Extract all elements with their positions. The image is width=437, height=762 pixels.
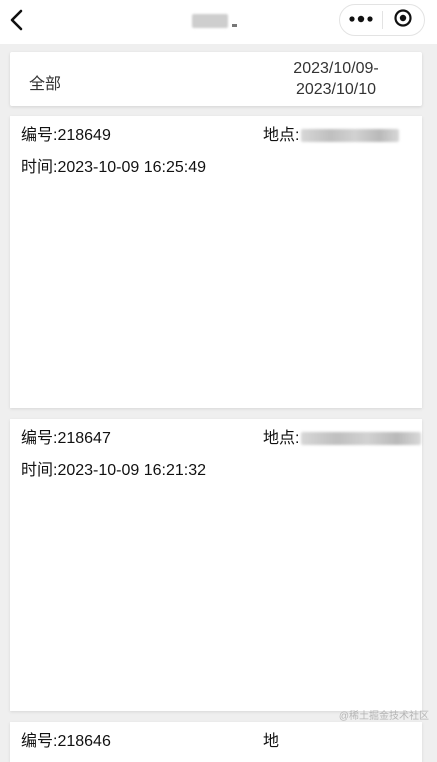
- record-time: 时间:2023-10-09 16:25:49: [21, 159, 207, 176]
- date-range-selector[interactable]: 2023/10/09- 2023/10/10: [256, 58, 416, 100]
- record-number: 编号:218649: [21, 127, 111, 144]
- chevron-left-icon: [8, 8, 26, 37]
- record-location: 地点:: [263, 121, 400, 145]
- record-card[interactable]: 编号:218646 地: [10, 722, 422, 762]
- location-label: 地点:: [263, 127, 300, 144]
- filter-all-option[interactable]: 全部: [29, 70, 61, 94]
- blurred-title: [192, 14, 228, 28]
- mini-program-capsule: [339, 4, 425, 36]
- blurred-location: [301, 432, 422, 446]
- record-number: 编号:218646: [21, 733, 111, 750]
- back-button[interactable]: [6, 9, 28, 35]
- record-time: 时间:2023-10-09 16:21:32: [21, 462, 207, 479]
- filter-bar: 全部 2023/10/09- 2023/10/10: [10, 52, 422, 106]
- record-location: 地: [263, 733, 280, 750]
- more-dots-icon: [348, 11, 374, 29]
- record-card[interactable]: 编号:218649 地点: 时间:2023-10-09 16:25:49: [10, 116, 422, 408]
- close-miniprogram-button[interactable]: [383, 5, 424, 35]
- record-location: 地点:: [263, 424, 422, 448]
- target-circle-icon: [393, 8, 413, 33]
- top-nav-bar: [0, 0, 437, 44]
- record-card[interactable]: 编号:218647 地点: 时间:2023-10-09 16:21:32: [10, 419, 422, 711]
- watermark: @稀土掘金技术社区: [338, 711, 429, 722]
- date-range-text: 2023/10/09- 2023/10/10: [293, 60, 379, 98]
- record-number: 编号:218647: [21, 430, 111, 447]
- location-label: 地点:: [263, 430, 300, 447]
- more-menu-button[interactable]: [340, 5, 382, 35]
- page-title: [192, 10, 240, 32]
- blurred-location: [301, 129, 400, 143]
